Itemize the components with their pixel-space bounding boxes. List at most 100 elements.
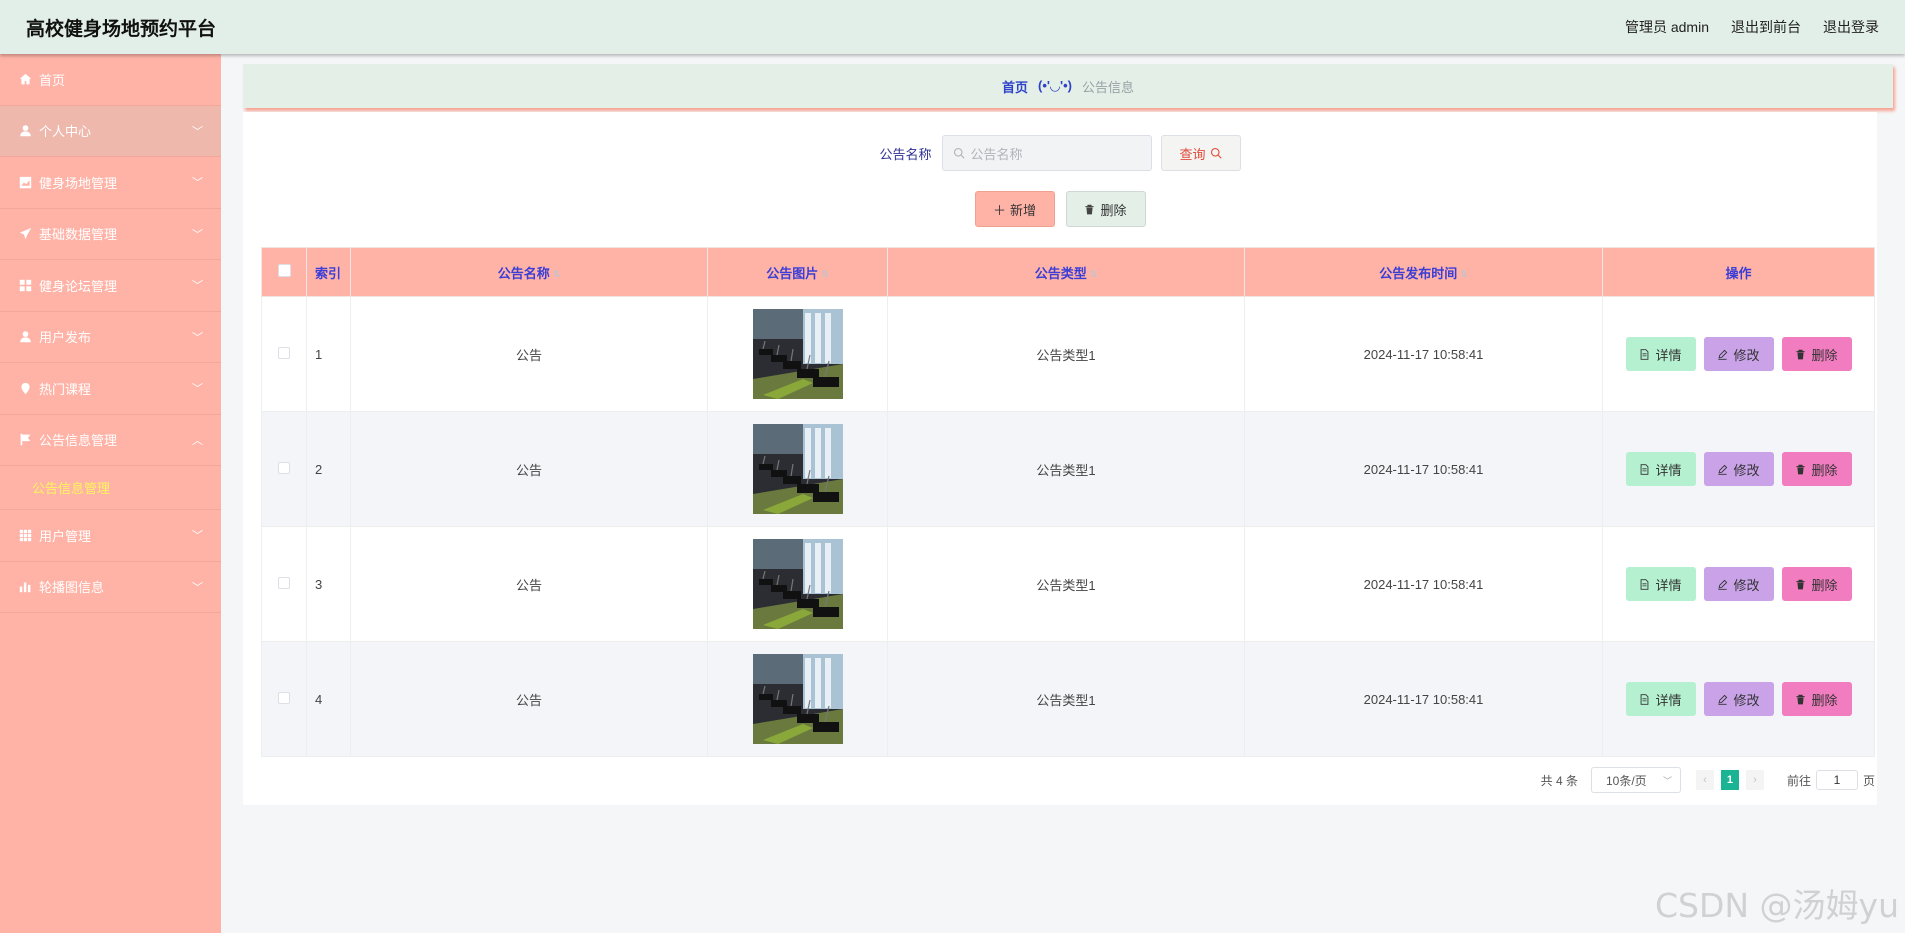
col-time[interactable]: 公告发布时间 ⇅ [1244, 247, 1603, 297]
sidebar-item-label: 个人中心 [39, 124, 92, 140]
row-type: 公告类型1 [887, 411, 1245, 527]
header-nav: 管理员 admin 退出到前台 退出登录 [1625, 17, 1879, 37]
delete-button[interactable]: 删除 [1781, 682, 1852, 716]
sidebar-item-notice[interactable]: 公告信息管理 ︿ [0, 415, 221, 466]
sidebar-item-profile[interactable]: 个人中心 ﹀ [0, 105, 221, 157]
delete-button[interactable]: 删除 [1781, 567, 1852, 601]
col-actions: 操作 [1602, 247, 1875, 297]
detail-label: 详情 [1655, 347, 1682, 363]
sort-icon[interactable]: ⇅ [553, 269, 561, 280]
row-select-cell [261, 526, 307, 642]
chevron-down-icon: ﹀ [192, 177, 203, 190]
sidebar-item-venue[interactable]: 健身场地管理 ﹀ [0, 157, 221, 209]
row-type: 公告类型1 [887, 526, 1245, 642]
sidebar-item-carousel[interactable]: 轮播图信息 ﹀ [0, 562, 221, 613]
select-all-checkbox[interactable] [277, 264, 291, 277]
prev-page-button[interactable]: ‹ [1695, 770, 1714, 790]
flag-icon [18, 433, 32, 447]
edit-button[interactable]: 修改 [1703, 452, 1774, 486]
app-title: 高校健身场地预约平台 [26, 18, 217, 40]
page-size-select[interactable]: 10条/页 ﹀ [1590, 767, 1681, 793]
row-image-cell [707, 641, 888, 757]
front-link[interactable]: 退出到前台 [1731, 17, 1801, 37]
col-type[interactable]: 公告类型 ⇅ [887, 247, 1245, 297]
add-button[interactable]: ＋ 新增 [974, 191, 1055, 227]
delete-button[interactable]: 删除 [1781, 337, 1852, 371]
table-row: 2 公告 公告类型1 2024-11-17 10:58:41 详情 修改 删除 [261, 411, 1875, 527]
location-icon [18, 381, 32, 395]
col-name[interactable]: 公告名称 ⇅ [350, 247, 708, 297]
select-all-cell [261, 247, 307, 297]
row-time: 2024-11-17 10:58:41 [1244, 411, 1603, 527]
table-row: 3 公告 公告类型1 2024-11-17 10:58:41 详情 修改 删除 [261, 526, 1875, 642]
bulk-delete-button[interactable]: 删除 [1065, 191, 1146, 227]
sort-icon[interactable]: ⇅ [1090, 269, 1098, 280]
detail-button[interactable]: 详情 [1625, 567, 1696, 601]
apps-icon [18, 528, 32, 542]
row-actions: 详情 修改 删除 [1602, 526, 1875, 642]
delete-label: 删除 [1811, 347, 1838, 363]
edit-button[interactable]: 修改 [1703, 682, 1774, 716]
row-checkbox[interactable] [278, 576, 290, 589]
sidebar-item-forum[interactable]: 健身论坛管理 ﹀ [0, 260, 221, 312]
goto-page-input[interactable]: 1 [1815, 770, 1858, 790]
edit-button[interactable]: 修改 [1703, 337, 1774, 371]
row-time: 2024-11-17 10:58:41 [1244, 296, 1603, 412]
sort-icon[interactable]: ⇅ [821, 269, 829, 280]
chevron-down-icon: ﹀ [1662, 775, 1672, 786]
content-panel: 公告名称 公告名称 查询 ＋ 新增 删除 索引 公告名称 ⇅ 公告图片 ⇅ 公告类型… [243, 112, 1877, 805]
detail-button[interactable]: 详情 [1625, 682, 1696, 716]
detail-button[interactable]: 详情 [1625, 337, 1696, 371]
sidebar-item-userpost[interactable]: 用户发布 ﹀ [0, 312, 221, 363]
plus-icon: ＋ [992, 202, 1006, 218]
bar-chart-icon [18, 580, 32, 594]
row-checkbox[interactable] [278, 461, 290, 474]
row-select-cell [261, 641, 307, 757]
col-type-label: 公告类型 [1034, 265, 1087, 281]
sidebar: 首页 个人中心 ﹀ 健身场地管理 ﹀ 基础数据管理 ﹀ 健身论坛管理 ﹀ 用户发… [0, 54, 221, 933]
next-page-button[interactable]: › [1745, 770, 1764, 790]
sidebar-item-users[interactable]: 用户管理 ﹀ [0, 510, 221, 562]
breadcrumb-home[interactable]: 首页 [1002, 77, 1028, 96]
delete-button[interactable]: 删除 [1781, 452, 1852, 486]
row-image-cell [707, 526, 888, 642]
sidebar-item-home[interactable]: 首页 [0, 54, 221, 106]
row-name: 公告 [350, 411, 708, 527]
notice-image [752, 424, 843, 514]
sidebar-item-label: 首页 [39, 72, 66, 88]
delete-label: 删除 [1100, 202, 1127, 218]
sidebar-subitem-notice-manage[interactable]: 公告信息管理 [0, 466, 221, 510]
row-name: 公告 [350, 641, 708, 757]
trash-icon [1796, 579, 1806, 589]
row-checkbox[interactable] [278, 691, 290, 704]
trash-icon [1796, 349, 1806, 359]
col-time-label: 公告发布时间 [1379, 265, 1458, 281]
query-button[interactable]: 查询 [1160, 135, 1241, 171]
page-number-1[interactable]: 1 [1720, 770, 1739, 790]
sidebar-item-basedata[interactable]: 基础数据管理 ﹀ [0, 209, 221, 260]
row-checkbox[interactable] [278, 346, 290, 359]
chevron-up-icon: ︿ [192, 434, 203, 447]
row-image-cell [707, 411, 888, 527]
detail-label: 详情 [1655, 692, 1682, 708]
col-image[interactable]: 公告图片 ⇅ [707, 247, 888, 297]
search-input[interactable]: 公告名称 [941, 135, 1152, 171]
edit-button[interactable]: 修改 [1703, 567, 1774, 601]
pagination-total: 共 4 条 [1540, 773, 1578, 788]
admin-label: 管理员 admin [1624, 19, 1709, 35]
search-row: 公告名称 公告名称 查询 [243, 135, 1877, 171]
chevron-down-icon: ﹀ [192, 280, 203, 293]
sidebar-item-label: 健身场地管理 [39, 175, 118, 191]
logout-link[interactable]: 退出登录 [1823, 17, 1879, 37]
chevron-down-icon: ﹀ [192, 228, 203, 241]
row-image-cell [707, 296, 888, 412]
sidebar-item-label: 用户管理 [39, 528, 92, 544]
sort-icon[interactable]: ⇅ [1460, 269, 1468, 280]
table-row: 1 公告 公告类型1 2024-11-17 10:58:41 详情 修改 删除 [261, 296, 1875, 412]
trash-icon [1796, 694, 1806, 704]
sidebar-item-courses[interactable]: 热门课程 ﹀ [0, 363, 221, 415]
detail-button[interactable]: 详情 [1625, 452, 1696, 486]
sidebar-item-label: 热门课程 [39, 381, 92, 397]
search-icon [953, 147, 965, 159]
row-index: 4 [306, 641, 351, 757]
